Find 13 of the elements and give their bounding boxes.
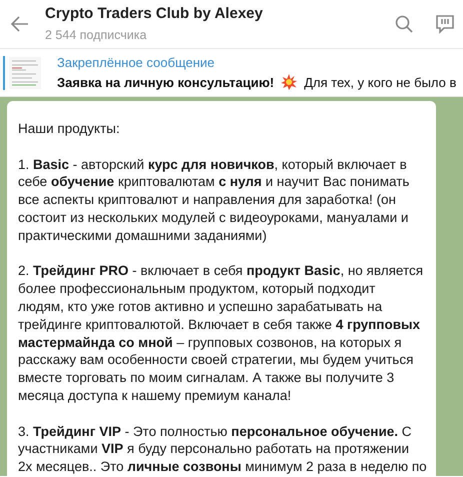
message-paragraph: Наши продукты: <box>18 120 120 138</box>
message-paragraph: 1. Basic - авторский курс для новичков, который включает в себе обучение криптовалютам с нуля и научит Вас понимать все аспекты криптовалют и направления для заработка! (он состоит из нескольких модулей с видеоуроками, мануалами и практическими домашними заданиями) <box>18 156 410 245</box>
pinned-title: Заявка на личную консультацию! <box>57 74 274 92</box>
channel-title: Crypto Traders Club by Alexey <box>45 4 264 24</box>
comment-icon[interactable] <box>435 14 455 34</box>
pinned-preview: Для тех, у кого не было в <box>304 74 456 92</box>
search-icon[interactable] <box>395 15 413 33</box>
message-paragraph: 2. Трейдинг PRO - включает в себя продукт Basic, но является более профессиональным продуктом, который подходит людям, кто уже готов активно и успешно зарабатывать на трейдинге криптовалютой. Включает в себя также 4 групповых мастермайнда со мной – групповых созвонов, на которых я расскажу вам особенности своей стратегии, мы будем учиться вместе торговать по моим сигналам. А также вы получите 3 месяца доступа к нашему премиум канала! <box>18 262 424 405</box>
message-paragraph: 3. Трейдинг VIP - Это полностью персональное обучение. С участниками VIP я буду персонально работать на протяжении 2х месяцев.. Это личные созвоны минимум 2 раза в неделю по <box>18 422 427 476</box>
back-icon[interactable] <box>11 16 29 32</box>
subscriber-count: 2 544 подписчика <box>45 26 148 44</box>
pinned-label: Закреплённое сообщение <box>57 54 216 72</box>
explosion-icon <box>281 74 298 90</box>
